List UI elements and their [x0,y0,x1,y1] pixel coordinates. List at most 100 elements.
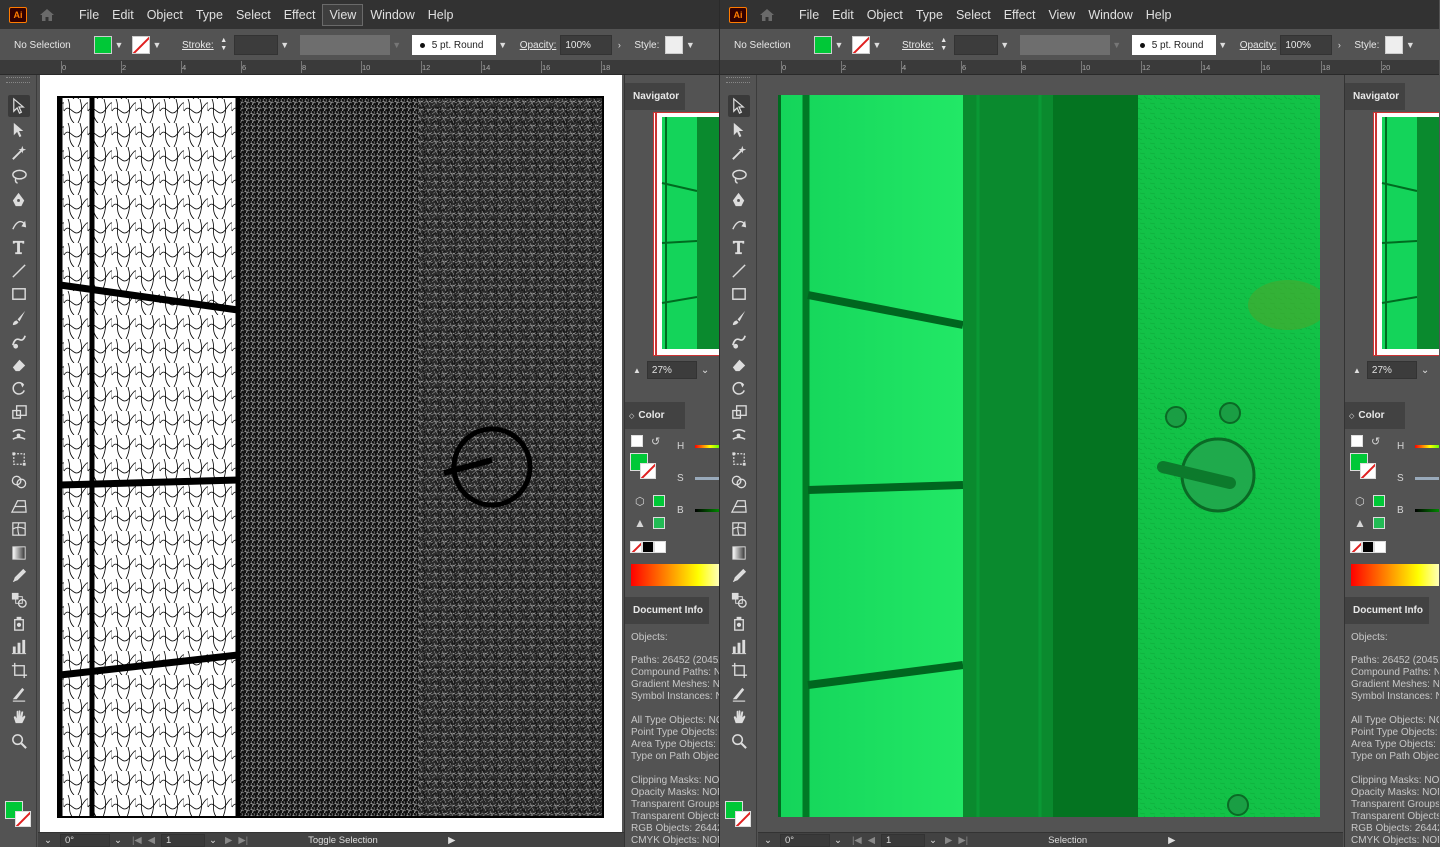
gradient-icon[interactable] [728,542,750,564]
stroke-swatch[interactable] [735,811,751,827]
cube-icon[interactable]: ⬡ [1355,495,1365,508]
chevron-down-icon[interactable]: ⌄ [834,835,842,846]
warp-icon[interactable] [728,424,750,446]
menu-view[interactable]: View [1042,5,1081,25]
stroke-weight-field[interactable] [953,35,998,55]
first-artboard-icon[interactable]: |◀ [852,835,862,846]
hand-icon[interactable] [728,706,750,728]
navigator-tab[interactable]: Navigator [625,83,685,110]
chevron-down-icon[interactable]: ▼ [1216,36,1230,54]
chevron-down-icon[interactable]: ▼ [1403,36,1417,54]
opacity-field[interactable]: 100% [1280,35,1333,55]
mountain-small-icon[interactable]: ▲ [1353,366,1361,375]
status-menu-icon[interactable]: ▶ [448,835,455,846]
pen-tool-icon[interactable] [8,189,30,211]
chevron-down-icon[interactable]: ⌄ [929,835,937,846]
shape-builder-icon[interactable] [728,471,750,493]
default-colors-icon[interactable] [631,435,643,447]
toolbar-grip[interactable] [726,77,750,83]
brightness-slider[interactable] [695,509,720,512]
slice-icon[interactable] [8,683,30,705]
graph-icon[interactable] [728,636,750,658]
opacity-field[interactable]: 100% [560,35,613,55]
shaper-icon[interactable] [8,330,30,352]
saturation-slider[interactable] [695,477,720,480]
zoom-icon[interactable] [728,730,750,752]
menu-edit[interactable]: Edit [826,5,860,25]
rotate-view-field[interactable]: 0° [59,833,110,847]
shape-builder-icon[interactable] [8,471,30,493]
color-spectrum[interactable] [1351,564,1439,586]
canvas-area[interactable] [758,75,1343,832]
chevron-down-icon[interactable]: ⌄ [701,365,709,376]
direct-selection-tool-icon[interactable] [8,119,30,141]
chevron-down-icon[interactable]: ▼ [112,36,126,54]
chevron-down-icon[interactable]: ⌄ [114,835,122,846]
swap-colors-icon[interactable]: ↺ [651,435,660,448]
none-swatch[interactable] [1350,541,1362,553]
brush-definition[interactable]: 5 pt. Round [1131,35,1216,55]
none-swatch[interactable] [630,541,642,553]
mountain-small-icon[interactable]: ▲ [633,366,641,375]
rectangle-tool-icon[interactable] [728,283,750,305]
warp-icon[interactable] [8,424,30,446]
opacity-label[interactable]: Opacity: [520,40,557,51]
rotate-view-field[interactable]: 0° [779,833,830,847]
zoom-field[interactable]: 27% [646,361,697,379]
swap-colors-icon[interactable]: ↺ [1371,435,1380,448]
navigator-tab[interactable]: Navigator [1345,83,1405,110]
status-menu-icon[interactable]: ▶ [1168,835,1175,846]
chevron-down-icon[interactable]: ▼ [150,36,164,54]
next-artboard-icon[interactable]: ▶ [945,835,952,846]
black-swatch[interactable] [642,541,654,553]
home-icon[interactable] [757,5,777,25]
saturation-slider[interactable] [1415,477,1439,480]
slice-icon[interactable] [728,683,750,705]
gamut-warning-icon[interactable]: ▲ [1354,516,1366,530]
rectangle-tool-icon[interactable] [8,283,30,305]
white-swatch[interactable] [654,541,666,553]
curvature-icon[interactable] [728,213,750,235]
symbol-sprayer-icon[interactable] [728,612,750,634]
gamut-swatch[interactable] [1373,517,1385,529]
rotate-icon[interactable] [728,377,750,399]
mesh-icon[interactable] [8,518,30,540]
zoom-field[interactable]: 27% [1366,361,1417,379]
graph-icon[interactable] [8,636,30,658]
artboard-icon[interactable] [8,659,30,681]
selection-tool-icon[interactable] [728,95,750,117]
lasso-icon[interactable] [728,166,750,188]
gamut-warning-icon[interactable]: ▲ [634,516,646,530]
paintbrush-icon[interactable] [8,307,30,329]
menu-help[interactable]: Help [1140,5,1178,25]
stroke-swatch[interactable] [15,811,31,827]
gradient-icon[interactable] [8,542,30,564]
scale-icon[interactable] [728,401,750,423]
status-text[interactable]: Toggle Selection [308,835,448,846]
shaper-icon[interactable] [728,330,750,352]
collapse-icon[interactable]: ◇ [1349,412,1354,420]
rotate-icon[interactable] [8,377,30,399]
color-tab[interactable]: ◇ Color [625,402,685,429]
artboard-number-field[interactable]: 1 [161,833,206,847]
menu-type[interactable]: Type [910,5,949,25]
perspective-icon[interactable] [728,495,750,517]
navigator-thumbnail[interactable] [653,112,720,356]
graphic-style-swatch[interactable] [1385,36,1404,54]
eyedropper-icon[interactable] [728,565,750,587]
stroke-swatch[interactable] [852,36,870,54]
menu-edit[interactable]: Edit [106,5,140,25]
stroke-swatch[interactable] [132,36,150,54]
artboard[interactable] [40,75,622,832]
first-artboard-icon[interactable]: |◀ [132,835,142,846]
chevron-down-icon[interactable]: ⌄ [1421,365,1429,376]
selection-tool-icon[interactable] [8,95,30,117]
chevron-down-icon[interactable]: ⌄ [209,835,217,846]
web-safe-swatch[interactable] [1373,495,1385,507]
scale-icon[interactable] [8,401,30,423]
chevron-down-icon[interactable]: ▼ [998,36,1012,54]
graphic-style-swatch[interactable] [665,36,684,54]
stroke-stepper[interactable]: ▲ ▼ [218,35,230,55]
navigator-preview-area[interactable] [625,110,720,362]
line-tool-icon[interactable] [728,260,750,282]
